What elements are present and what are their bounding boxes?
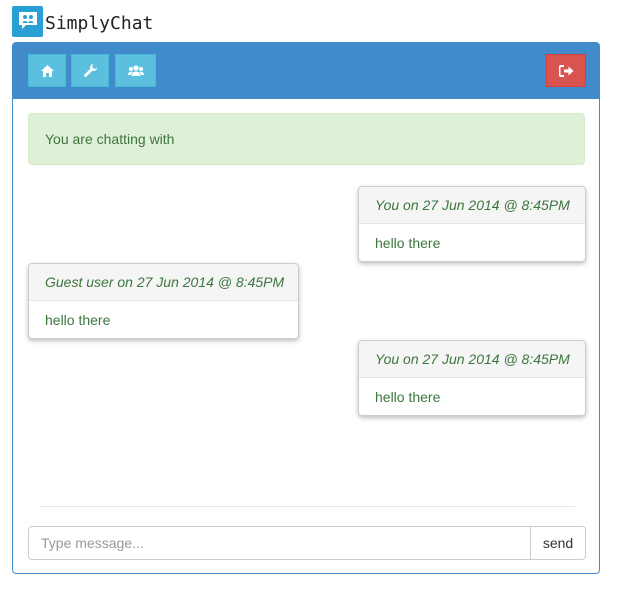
home-button[interactable]: [28, 54, 66, 87]
app-title: SimplyChat: [45, 12, 154, 34]
message-header: Guest user on 27 Jun 2014 @ 8:45PM: [29, 264, 298, 301]
users-icon: [127, 64, 144, 76]
chat-logo-icon: [12, 5, 43, 37]
message-bubble: You on 27 Jun 2014 @ 8:45PM hello there: [358, 340, 586, 416]
users-button[interactable]: [115, 54, 156, 87]
logout-button[interactable]: [546, 54, 586, 87]
message-input[interactable]: [28, 526, 530, 560]
message-text: hello there: [45, 312, 111, 328]
sign-out-icon: [558, 64, 573, 77]
message-bubble: Guest user on 27 Jun 2014 @ 8:45PM hello…: [28, 263, 299, 339]
chat-panel: You are chatting with You on 27 Jun 2014…: [12, 42, 600, 574]
chat-status-alert: You are chatting with: [28, 113, 585, 165]
message-text: hello there: [375, 235, 441, 251]
brand: SimplyChat: [12, 5, 154, 37]
send-button[interactable]: send: [530, 526, 586, 560]
message-composer: send: [28, 526, 586, 560]
message-bubble: You on 27 Jun 2014 @ 8:45PM hello there: [358, 186, 586, 262]
wrench-icon: [83, 64, 97, 77]
chat-status-text: You are chatting with: [45, 131, 175, 147]
message-header: You on 27 Jun 2014 @ 8:45PM: [359, 187, 585, 224]
message-text: hello there: [375, 389, 441, 405]
toolbar: [13, 43, 599, 99]
settings-button[interactable]: [71, 54, 109, 87]
message-header: You on 27 Jun 2014 @ 8:45PM: [359, 341, 585, 378]
home-icon: [40, 64, 54, 77]
divider: [39, 506, 575, 507]
